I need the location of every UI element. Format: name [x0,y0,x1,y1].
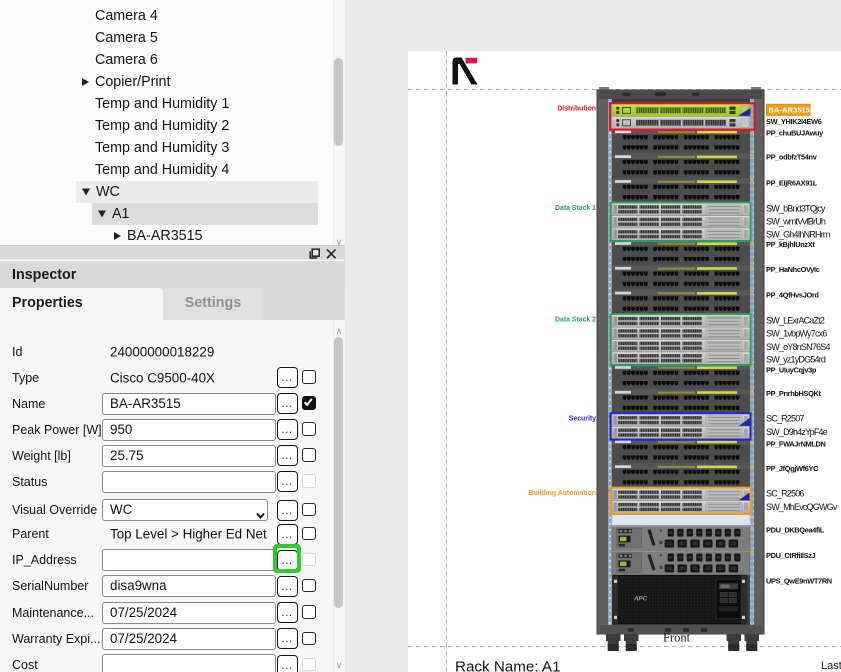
svg-text:PP_4QfHvsJOrd: PP_4QfHvsJOrd [766,291,819,300]
svg-text:PP_odbfzT54nv: PP_odbfzT54nv [766,153,818,162]
svg-text:PP_HaNhcOVyIc: PP_HaNhcOVyIc [766,265,820,274]
svg-text:SC_R2507: SC_R2507 [766,414,804,424]
svg-text:SW_LExrACaZt2: SW_LExrACaZt2 [766,316,825,326]
svg-text:Security: Security [569,416,596,423]
svg-text:SW_Gh4IhNRHrm: SW_Gh4IhNRHrm [766,230,830,240]
svg-text:SC_R2506: SC_R2506 [766,489,804,499]
svg-text:UPS_QwE9nWT7RN: UPS_QwE9nWT7RN [766,577,832,586]
svg-text:SW_MhEvcQGWGv: SW_MhEvcQGWGv [766,502,838,512]
svg-text:SW_wmtVvfBrUh: SW_wmtVvfBrUh [766,217,826,227]
svg-text:BA-AR3515: BA-AR3515 [769,106,811,115]
svg-text:PP_FWAJrNMLDN: PP_FWAJrNMLDN [766,440,826,449]
svg-text:SW_bBnd3TQjcy: SW_bBnd3TQjcy [766,204,826,214]
svg-text:Data Stack 1: Data Stack 1 [555,205,596,212]
svg-text:Last: Last [821,660,841,672]
svg-text:PP_EIjR6AX91L: PP_EIjR6AX91L [766,179,818,188]
svg-text:PP_kBjhlUnzXt: PP_kBjhlUnzXt [766,240,815,249]
svg-text:Front: Front [663,631,691,645]
svg-text:Distribution: Distribution [557,105,596,112]
svg-text:Building Automation: Building Automation [529,490,597,497]
svg-text:SW_oY8nSN76S4: SW_oY8nSN76S4 [766,342,830,352]
svg-text:PDU_CtRfiIlSzJ: PDU_CtRfiIlSzJ [766,551,816,560]
svg-text:SW_1vbpWy7cx6: SW_1vbpWy7cx6 [766,329,827,339]
svg-text:PP_UIuyCqjv3p: PP_UIuyCqjv3p [766,366,817,375]
svg-text:PDU_DKBQea4fiL: PDU_DKBQea4fiL [766,526,825,535]
svg-text:PP_PnrhbHSQKt: PP_PnrhbHSQKt [766,389,821,398]
svg-text:APC: APC [633,596,648,603]
svg-text:PP_JfQgjWf6YC: PP_JfQgjWf6YC [766,464,819,473]
svg-text:SW_D9h4zYpF4e: SW_D9h4zYpF4e [766,427,828,437]
svg-text:SW_yz1yDG54rd: SW_yz1yDG54rd [766,355,826,365]
svg-text:SW_YHIK2I4EW6: SW_YHIK2I4EW6 [766,117,822,126]
svg-text:Data Stack 2: Data Stack 2 [555,317,596,324]
svg-text:Rack Name: A1: Rack Name: A1 [455,659,561,672]
svg-text:PP_chuBUJAwuy: PP_chuBUJAwuy [766,129,824,138]
